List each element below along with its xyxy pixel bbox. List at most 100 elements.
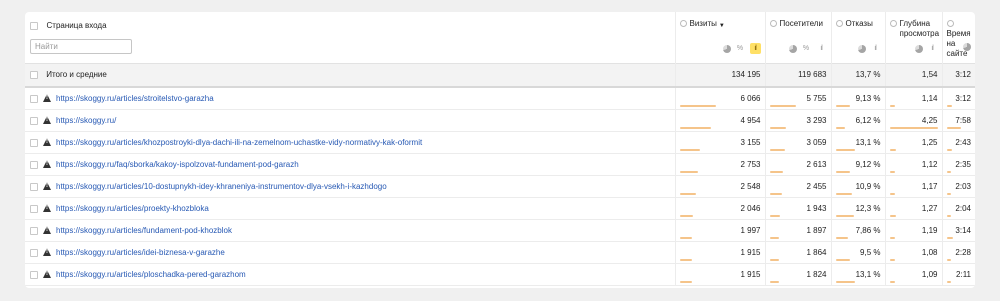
column-header-bounces[interactable]: Отказы ıl: [830, 12, 885, 63]
warning-icon[interactable]: [43, 138, 52, 147]
column-header-depth[interactable]: Глубина просмотра ıl: [884, 12, 942, 63]
warning-icon[interactable]: [43, 248, 52, 257]
entry-page-cell: https://skoggy.ru/: [25, 109, 675, 132]
table-row: https://skoggy.ru/articles/stroitelstvo-…: [25, 87, 975, 110]
entry-page-link[interactable]: https://skoggy.ru/articles/10-dostupnykh…: [56, 182, 387, 191]
share-bar: [679, 104, 716, 107]
bar-chart-icon[interactable]: ıl: [816, 43, 827, 54]
cell-bounces: 9,5 %: [830, 241, 885, 264]
sort-desc-icon[interactable]: ▼: [719, 23, 725, 29]
cell-time: 2:11: [941, 263, 975, 286]
bar-chart-icon[interactable]: ıl: [749, 43, 761, 54]
column-label: Посетители: [779, 19, 823, 28]
entry-page-link[interactable]: https://skoggy.ru/articles/stroitelstvo-…: [56, 94, 214, 103]
warning-icon[interactable]: [43, 226, 52, 235]
entry-page-link[interactable]: https://skoggy.ru/articles/idei-biznesa-…: [56, 248, 225, 257]
share-bar: [946, 104, 952, 107]
entry-page-link[interactable]: https://skoggy.ru/faq/sborka/kakoy-ispol…: [56, 160, 299, 169]
cell-value: 3 293: [806, 115, 827, 125]
entry-page-link[interactable]: https://skoggy.ru/articles/proekty-khozb…: [56, 204, 209, 213]
table-header: Страница входа Визиты▼ % ıl Посетители: [25, 12, 975, 63]
column-header-visits[interactable]: Визиты ▼ % ıl: [674, 12, 765, 63]
entry-page-column-title[interactable]: Страница входа: [47, 21, 107, 30]
entry-page-cell: https://skoggy.ru/articles/stroitelstvo-…: [25, 87, 675, 110]
search-input[interactable]: [30, 39, 132, 55]
row-checkbox[interactable]: [30, 182, 38, 191]
entry-page-header: Страница входа: [25, 12, 675, 63]
cell-visitors: 1 943: [764, 197, 831, 220]
info-icon[interactable]: [679, 20, 687, 27]
share-bar: [679, 126, 711, 129]
cell-value: 13,1 %: [855, 137, 881, 147]
share-bar: [889, 258, 895, 261]
cell-time: 2:35: [941, 153, 975, 176]
pie-chart-icon[interactable]: [963, 43, 971, 51]
cell-value: 3:14: [955, 225, 971, 235]
warning-icon[interactable]: [43, 94, 52, 103]
row-checkbox[interactable]: [30, 248, 38, 257]
entry-page-link[interactable]: https://skoggy.ru/articles/khozpostroyki…: [56, 138, 422, 147]
row-checkbox[interactable]: [30, 204, 38, 213]
cell-depth: 4,25: [884, 109, 942, 132]
share-bar: [835, 258, 850, 261]
info-icon[interactable]: [946, 20, 954, 27]
cell-value: 1 897: [806, 225, 827, 235]
percent-icon[interactable]: %: [735, 43, 746, 54]
bar-chart-icon[interactable]: ıl: [927, 43, 938, 54]
entry-page-cell: https://skoggy.ru/faq/sborka/kakoy-ispol…: [25, 153, 675, 176]
row-checkbox[interactable]: [30, 138, 38, 147]
entry-page-link[interactable]: https://skoggy.ru/articles/ploschadka-pe…: [56, 270, 246, 279]
row-checkbox[interactable]: [30, 116, 38, 125]
row-checkbox[interactable]: [30, 226, 38, 235]
table-row: https://skoggy.ru/4 954 3 293 6,12 % 4,25 7:…: [25, 109, 975, 132]
cell-depth: 1,12: [884, 153, 942, 176]
column-header-time[interactable]: Время на сайте: [941, 12, 975, 63]
share-bar: [769, 214, 780, 217]
entry-page-cell: https://skoggy.ru/articles/10-dostupnykh…: [25, 175, 675, 198]
pie-chart-icon[interactable]: [857, 44, 866, 53]
cell-visitors: 3 059: [764, 131, 831, 154]
bar-chart-icon[interactable]: ıl: [870, 43, 881, 54]
cell-visitors: 2 455: [764, 175, 831, 198]
warning-icon[interactable]: [43, 116, 52, 125]
cell-bounces: 6,12 %: [830, 109, 885, 132]
share-bar: [889, 280, 895, 283]
column-label: Визиты: [689, 19, 717, 28]
cell-time: 7:58: [941, 109, 975, 132]
warning-icon[interactable]: [43, 182, 52, 191]
cell-value: 9,13 %: [855, 93, 881, 103]
view-toggle-group: ıl: [914, 43, 938, 54]
select-all-checkbox[interactable]: [30, 21, 38, 30]
share-bar: [889, 170, 895, 173]
share-bar: [946, 258, 951, 261]
row-checkbox[interactable]: [30, 160, 38, 169]
share-bar: [679, 214, 693, 217]
entry-page-link[interactable]: https://skoggy.ru/: [56, 116, 116, 125]
cell-depth: 1,25: [884, 131, 942, 154]
share-bar: [679, 280, 692, 283]
row-checkbox[interactable]: [30, 270, 38, 279]
cell-visitors: 2 613: [764, 153, 831, 176]
share-bar: [946, 280, 951, 283]
info-icon[interactable]: [835, 20, 843, 27]
cell-value: 3:12: [955, 93, 971, 103]
warning-icon[interactable]: [43, 270, 52, 279]
warning-icon[interactable]: [43, 160, 52, 169]
percent-icon[interactable]: %: [801, 43, 812, 54]
cell-value: 3 059: [806, 137, 827, 147]
row-checkbox[interactable]: [30, 70, 38, 79]
info-icon[interactable]: [769, 20, 777, 27]
pie-chart-icon[interactable]: [914, 44, 923, 53]
cell-depth: 1,08: [884, 241, 942, 264]
info-icon[interactable]: [889, 20, 897, 27]
cell-value: 2:28: [955, 247, 971, 257]
entry-page-link[interactable]: https://skoggy.ru/articles/fundament-pod…: [56, 226, 232, 235]
totals-depth: 1,54: [884, 62, 942, 88]
column-header-visitors[interactable]: Посетители % ıl: [764, 12, 831, 63]
warning-icon[interactable]: [43, 204, 52, 213]
cell-time: 2:28: [941, 241, 975, 264]
pie-chart-icon[interactable]: [788, 44, 797, 53]
row-checkbox[interactable]: [30, 94, 38, 103]
table-row: https://skoggy.ru/faq/sborka/kakoy-ispol…: [25, 153, 975, 176]
pie-chart-icon[interactable]: [722, 44, 731, 53]
